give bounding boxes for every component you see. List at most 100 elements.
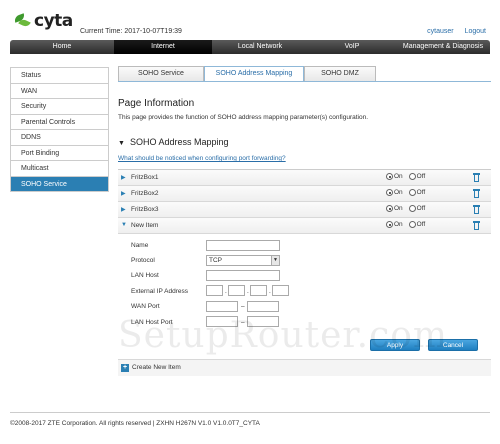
radio-on-label: On: [394, 173, 403, 180]
ip-separator: .: [225, 288, 227, 295]
username-link[interactable]: cytauser: [427, 28, 453, 35]
page-description: This page provides the function of SOHO …: [118, 114, 369, 121]
sidebar-item-port-binding[interactable]: Port Binding: [10, 145, 109, 161]
radio-on[interactable]: On: [386, 189, 403, 196]
wan-port-label: WAN Port: [131, 303, 160, 310]
brand-name: cyta: [34, 11, 73, 31]
radio-off[interactable]: Off: [408, 173, 426, 180]
sidebar-item-security[interactable]: Security: [10, 99, 109, 115]
tab-divider: [118, 81, 491, 82]
nav-internet[interactable]: Internet: [114, 40, 212, 54]
sidebar-item-status[interactable]: Status: [10, 68, 109, 84]
external-ip-octet-1[interactable]: [206, 285, 223, 296]
mapping-row-new-item[interactable]: ▼ New Item On Off: [118, 218, 491, 234]
nav-management-diagnosis[interactable]: Management & Diagnosis: [396, 40, 490, 54]
wan-port-end-input[interactable]: [247, 301, 279, 312]
radio-selected-icon: [386, 205, 393, 212]
trash-icon[interactable]: [473, 221, 480, 230]
row-name: FritzBox1: [131, 174, 159, 181]
header: cyta Current Time: 2017-10-07T19:39 cyta…: [0, 0, 500, 40]
protocol-value: TCP: [209, 257, 222, 264]
enable-radio-group: On Off: [386, 221, 425, 228]
external-ip-label: External IP Address: [131, 288, 188, 295]
radio-on-label: On: [394, 221, 403, 228]
radio-on-label: On: [394, 205, 403, 212]
collapse-triangle-icon[interactable]: ▼: [121, 222, 127, 228]
trash-icon[interactable]: [473, 205, 480, 214]
current-time: Current Time: 2017-10-07T19:39: [80, 28, 182, 35]
radio-off-label: Off: [416, 173, 426, 180]
plus-icon: +: [121, 364, 129, 372]
row-name: FritzBox3: [131, 206, 159, 213]
ip-separator: .: [247, 288, 249, 295]
wan-port-start-input[interactable]: [206, 301, 238, 312]
radio-empty-icon: [408, 221, 416, 228]
sidebar: Status WAN Security Parental Controls DD…: [10, 67, 109, 192]
expand-triangle-icon[interactable]: ▶: [121, 206, 126, 213]
ip-separator: .: [269, 288, 271, 295]
trash-icon[interactable]: [473, 189, 480, 198]
name-label: Name: [131, 242, 149, 249]
sidebar-item-multicast[interactable]: Multicast: [10, 161, 109, 177]
nav-home[interactable]: Home: [10, 40, 114, 54]
radio-on[interactable]: On: [386, 173, 403, 180]
lan-host-input[interactable]: [206, 270, 280, 281]
port-forwarding-notice-link[interactable]: What should be noticed when configuring …: [118, 155, 286, 162]
lan-host-label: LAN Host: [131, 272, 159, 279]
radio-selected-icon: [386, 189, 393, 196]
nav-local-network[interactable]: Local Network: [212, 40, 308, 54]
tab-soho-service[interactable]: SOHO Service: [118, 66, 204, 81]
mapping-row[interactable]: ▶ FritzBox1 On Off: [118, 170, 491, 186]
tab-soho-dmz[interactable]: SOHO DMZ: [304, 66, 376, 81]
sidebar-item-wan[interactable]: WAN: [10, 83, 109, 99]
section-title[interactable]: ▼ SOHO Address Mapping: [118, 137, 229, 147]
enable-radio-group: On Off: [386, 205, 425, 212]
chevron-down-icon: ▼: [271, 256, 279, 265]
sidebar-item-parental-controls[interactable]: Parental Controls: [10, 114, 109, 130]
radio-off-label: Off: [416, 205, 426, 212]
external-ip-octet-4[interactable]: [272, 285, 289, 296]
footer: ©2008-2017 ZTE Corporation. All rights r…: [10, 412, 490, 427]
row-name: FritzBox2: [131, 190, 159, 197]
page-title: Page Information: [118, 98, 195, 109]
radio-on-label: On: [394, 189, 403, 196]
name-input[interactable]: [206, 240, 280, 251]
radio-empty-icon: [408, 189, 416, 196]
section-title-text: SOHO Address Mapping: [129, 137, 229, 147]
external-ip-octet-2[interactable]: [228, 285, 245, 296]
logout-link[interactable]: Logout: [465, 28, 486, 35]
mapping-row[interactable]: ▶ FritzBox2 On Off: [118, 186, 491, 202]
radio-on[interactable]: On: [386, 221, 403, 228]
main-nav: Home Internet Local Network VoIP Managem…: [10, 40, 490, 54]
radio-empty-icon: [408, 173, 416, 180]
radio-off[interactable]: Off: [408, 221, 425, 228]
radio-selected-icon: [386, 221, 393, 228]
tab-soho-address-mapping[interactable]: SOHO Address Mapping: [204, 66, 304, 81]
collapse-triangle-icon: ▼: [118, 140, 125, 147]
radio-off[interactable]: Off: [408, 205, 426, 212]
enable-radio-group: On Off: [386, 173, 425, 180]
external-ip-octet-3[interactable]: [250, 285, 267, 296]
sidebar-item-ddns[interactable]: DDNS: [10, 130, 109, 146]
expand-triangle-icon[interactable]: ▶: [121, 190, 126, 197]
protocol-select[interactable]: TCP ▼: [206, 255, 280, 266]
radio-on[interactable]: On: [386, 205, 403, 212]
sidebar-item-soho-service[interactable]: SOHO Service: [10, 176, 109, 192]
row-name: New Item: [131, 222, 159, 229]
tab-bar: SOHO Service SOHO Address Mapping SOHO D…: [118, 66, 376, 81]
watermark: SetupRouter.com: [118, 315, 449, 356]
trash-icon[interactable]: [473, 173, 480, 182]
create-new-item-label: Create New Item: [132, 364, 181, 371]
mapping-row[interactable]: ▶ FritzBox3 On Off: [118, 202, 491, 218]
radio-empty-icon: [408, 205, 416, 212]
protocol-label: Protocol: [131, 257, 155, 264]
user-links: cytauser Logout: [418, 28, 486, 35]
nav-voip[interactable]: VoIP: [308, 40, 396, 54]
radio-off[interactable]: Off: [408, 189, 426, 196]
cyta-logo: cyta: [13, 11, 73, 31]
create-new-item-row[interactable]: + Create New Item: [118, 360, 491, 376]
expand-triangle-icon[interactable]: ▶: [121, 174, 126, 181]
radio-off-label: Off: [416, 189, 426, 196]
leaf-icon: [13, 13, 32, 29]
radio-selected-icon: [386, 173, 393, 180]
